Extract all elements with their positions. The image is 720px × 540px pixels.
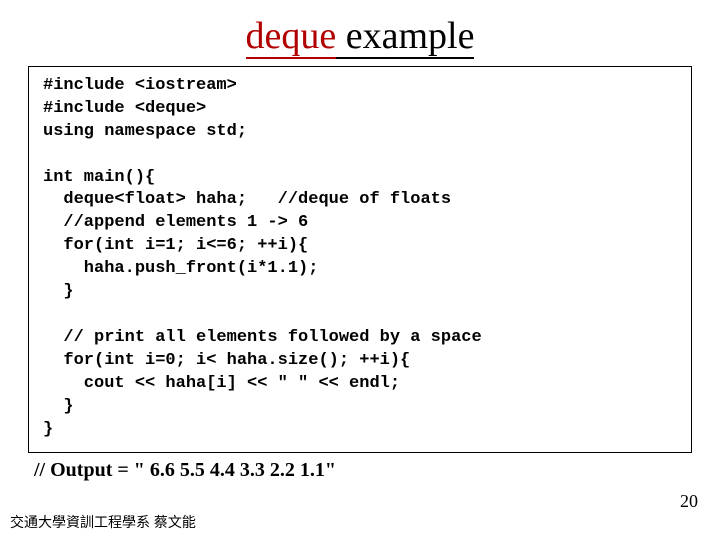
code-block-3: // print all elements followed by a spac… <box>43 327 677 442</box>
slide: deque example #include <iostream> #inclu… <box>0 0 720 540</box>
footer-text: 交通大學資訓工程學系 蔡文能 <box>10 512 196 532</box>
title-keyword: deque <box>246 15 337 59</box>
slide-title: deque example <box>28 16 692 58</box>
code-box: #include <iostream> #include <deque> usi… <box>28 66 692 453</box>
code-block-1: #include <iostream> #include <deque> usi… <box>43 75 677 144</box>
code-block-2: int main(){ deque<float> haha; //deque o… <box>43 167 677 305</box>
page-number: 20 <box>680 491 698 512</box>
title-rest: example <box>336 15 474 59</box>
output-line: // Output = " 6.6 5.5 4.4 3.3 2.2 1.1" <box>34 459 692 482</box>
